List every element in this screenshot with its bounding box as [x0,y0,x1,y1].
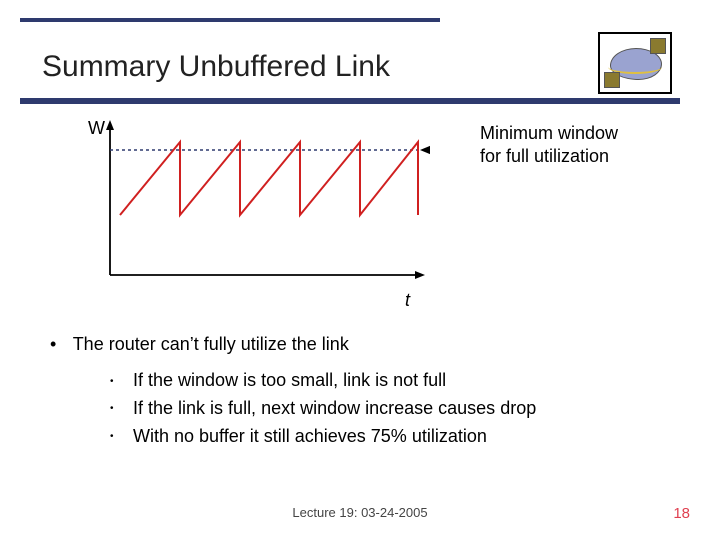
bullet-main-text: The router can’t fully utilize the link [73,334,349,354]
slide: Summary Unbuffered Link W Minimum window… [0,0,720,540]
bullet-sub-2: • If the link is full, next window incre… [110,395,536,423]
bullet-sub-text: If the link is full, next window increas… [133,398,536,418]
top-rule [20,18,440,22]
title-underline [20,98,680,104]
bullet-sub-dot-icon: • [110,429,128,445]
logo [598,32,672,94]
bullet-sub-dot-icon: • [110,374,128,390]
bullet-sub-1: • If the window is too small, link is no… [110,367,536,395]
bullet-dot-icon: • [50,334,68,355]
bullet-list: • The router can’t fully utilize the lin… [50,334,536,451]
bullet-sub-text: If the window is too small, link is not … [133,370,446,390]
slide-title: Summary Unbuffered Link [42,50,390,84]
bullet-sub-text: With no buffer it still achieves 75% uti… [133,426,487,446]
bullet-sub-dot-icon: • [110,401,128,417]
chart [90,120,430,290]
logo-square-bl-icon [604,72,620,88]
footer-lecture: Lecture 19: 03-24-2005 [0,505,720,520]
logo-square-tr-icon [650,38,666,54]
bullet-main: • The router can’t fully utilize the lin… [50,334,536,355]
footer-page-number: 18 [673,505,690,522]
chart-xlabel: t [405,290,410,311]
chart-annotation: Minimum window for full utilization [480,122,618,167]
chart-annotation-text: Minimum window for full utilization [480,123,618,166]
bullet-sub-3: • With no buffer it still achieves 75% u… [110,423,536,451]
